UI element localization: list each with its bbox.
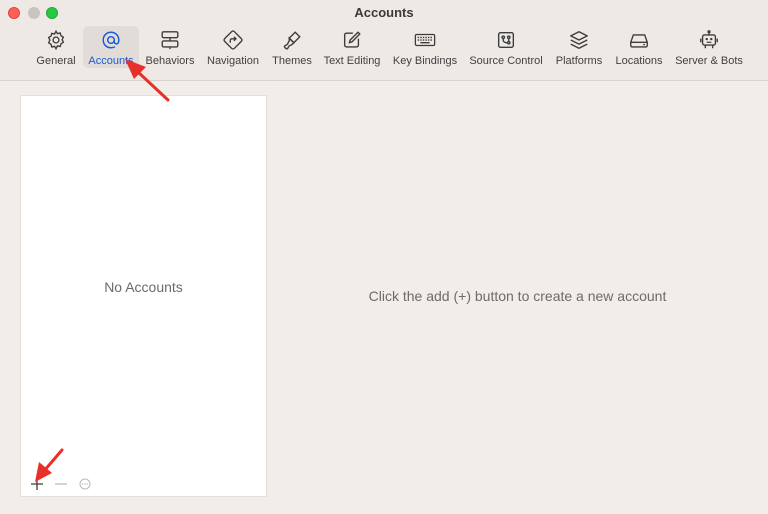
source-control-icon (497, 31, 515, 49)
at-sign-icon (102, 31, 120, 49)
navigation-icon (223, 30, 243, 50)
tab-source-control[interactable]: Source Control (467, 26, 545, 68)
tab-navigation-label: Navigation (207, 55, 259, 67)
tab-server-bots-label: Server & Bots (675, 55, 743, 67)
tab-text-editing-label: Text Editing (323, 55, 381, 67)
accounts-list-panel[interactable]: No Accounts (20, 95, 267, 497)
empty-accounts-label: No Accounts (104, 279, 183, 295)
window-title: Accounts (354, 5, 414, 20)
title-bar: Accounts General Accounts Behaviors Navi… (0, 0, 768, 81)
tab-locations[interactable]: Locations (612, 26, 666, 68)
remove-account-button[interactable] (51, 475, 71, 493)
brush-icon (283, 31, 301, 50)
tab-platforms[interactable]: Platforms (552, 26, 606, 68)
preferences-toolbar: General Accounts Behaviors Navigation Th… (0, 26, 768, 70)
tab-key-bindings[interactable]: Key Bindings (390, 26, 460, 68)
tab-locations-label: Locations (615, 55, 663, 67)
layers-icon (570, 31, 588, 49)
tab-text-editing[interactable]: Text Editing (320, 26, 384, 68)
tab-server-bots[interactable]: Server & Bots (672, 26, 746, 68)
tab-key-bindings-label: Key Bindings (392, 55, 458, 67)
account-options-button[interactable] (75, 475, 95, 493)
keyboard-icon (414, 33, 436, 47)
tab-general[interactable]: General (33, 26, 79, 68)
tab-accounts[interactable]: Accounts (83, 26, 139, 68)
tab-themes[interactable]: Themes (269, 26, 315, 68)
tab-general-label: General (36, 55, 76, 67)
robot-icon (700, 30, 718, 49)
plus-icon (31, 478, 43, 490)
tab-behaviors[interactable]: Behaviors (143, 26, 197, 68)
add-account-button[interactable] (27, 475, 47, 493)
pencil-square-icon (343, 31, 361, 48)
gear-icon (47, 29, 65, 51)
drive-icon (630, 34, 648, 48)
preferences-window: Accounts General Accounts Behaviors Navi… (0, 0, 768, 514)
create-account-hint: Click the add (+) button to create a new… (368, 288, 667, 304)
tab-platforms-label: Platforms (555, 55, 603, 67)
tab-behaviors-label: Behaviors (145, 55, 195, 67)
more-options-icon (79, 478, 91, 490)
tab-source-control-label: Source Control (469, 55, 543, 67)
minus-icon (55, 483, 67, 485)
tab-accounts-label: Accounts (88, 55, 134, 67)
tab-themes-label: Themes (272, 55, 312, 67)
tab-navigation[interactable]: Navigation (204, 26, 262, 68)
list-controls (27, 475, 99, 493)
behaviors-icon (161, 31, 179, 50)
